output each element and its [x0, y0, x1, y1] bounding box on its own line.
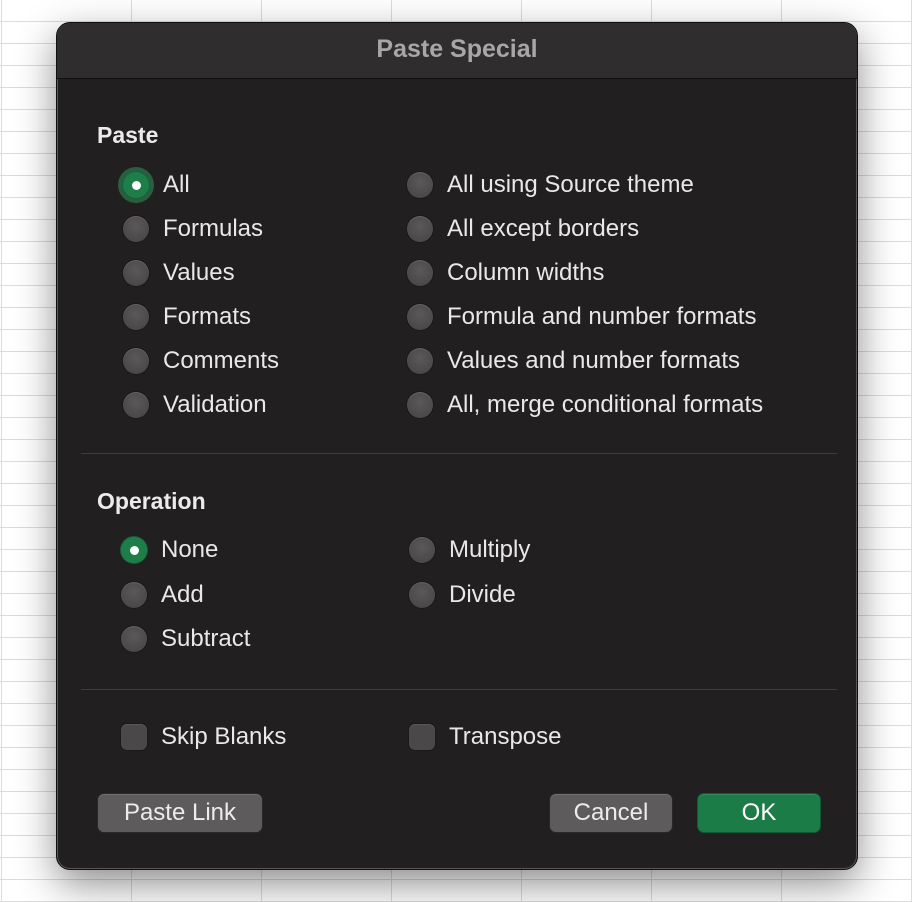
- operation-option-label: None: [161, 536, 219, 563]
- transpose-label: Transpose: [449, 723, 562, 750]
- paste-option-label: Comments: [163, 347, 280, 374]
- radio-selected-icon[interactable]: [121, 537, 147, 563]
- operation-option-label: Add: [161, 581, 204, 608]
- operation-option-none[interactable]: None: [121, 536, 218, 564]
- paste-option-label: Column widths: [447, 259, 605, 286]
- radio-icon[interactable]: [407, 348, 433, 374]
- checkbox-icon[interactable]: [121, 724, 147, 750]
- checkbox-icon[interactable]: [409, 724, 435, 750]
- radio-icon[interactable]: [123, 216, 149, 242]
- radio-icon[interactable]: [407, 392, 433, 418]
- paste-option-label: Formula and number formats: [447, 303, 757, 330]
- operation-option-label: Divide: [449, 581, 516, 608]
- radio-icon[interactable]: [409, 582, 435, 608]
- paste-option-label: Values and number formats: [447, 347, 741, 374]
- paste-option-label: Values: [163, 259, 235, 286]
- paste-option-label: All except borders: [447, 215, 640, 242]
- paste-option-all-except-borders[interactable]: All except borders: [407, 215, 639, 243]
- transpose-checkbox[interactable]: Transpose: [409, 723, 562, 751]
- radio-icon[interactable]: [123, 304, 149, 330]
- paste-option-label: All: [163, 171, 190, 198]
- radio-icon[interactable]: [407, 260, 433, 286]
- paste-option-label: All using Source theme: [447, 171, 694, 198]
- paste-section-label: Paste: [97, 122, 159, 148]
- paste-option-all-using-source-theme[interactable]: All using Source theme: [407, 171, 694, 199]
- radio-icon[interactable]: [409, 537, 435, 563]
- operation-section-label: Operation: [97, 488, 206, 514]
- radio-selected-icon[interactable]: [123, 172, 149, 198]
- radio-icon[interactable]: [407, 304, 433, 330]
- radio-icon[interactable]: [407, 172, 433, 198]
- paste-link-button[interactable]: Paste Link: [97, 793, 263, 833]
- operation-option-label: Multiply: [449, 536, 531, 563]
- paste-option-validation[interactable]: Validation: [123, 391, 267, 419]
- paste-option-values[interactable]: Values: [123, 259, 235, 287]
- operation-option-subtract[interactable]: Subtract: [121, 625, 250, 653]
- paste-option-formula-and-number-formats[interactable]: Formula and number formats: [407, 303, 756, 331]
- radio-icon[interactable]: [123, 348, 149, 374]
- dialog-titlebar[interactable]: Paste Special: [57, 23, 857, 79]
- cancel-button[interactable]: Cancel: [549, 793, 673, 833]
- radio-icon[interactable]: [407, 216, 433, 242]
- radio-icon[interactable]: [121, 626, 147, 652]
- paste-option-label: Validation: [163, 391, 267, 418]
- paste-option-all[interactable]: All: [123, 171, 190, 199]
- radio-icon[interactable]: [123, 260, 149, 286]
- paste-option-all-merge-conditional-formats[interactable]: All, merge conditional formats: [407, 391, 763, 419]
- paste-option-comments[interactable]: Comments: [123, 347, 279, 375]
- operation-option-multiply[interactable]: Multiply: [409, 536, 530, 564]
- operation-option-divide[interactable]: Divide: [409, 581, 516, 609]
- paste-option-column-widths[interactable]: Column widths: [407, 259, 604, 287]
- paste-option-label: Formats: [163, 303, 252, 330]
- radio-icon[interactable]: [121, 582, 147, 608]
- skip-blanks-checkbox[interactable]: Skip Blanks: [121, 723, 286, 751]
- operation-option-label: Subtract: [161, 625, 251, 652]
- paste-option-formats[interactable]: Formats: [123, 303, 251, 331]
- skip-blanks-label: Skip Blanks: [161, 723, 287, 750]
- paste-option-formulas[interactable]: Formulas: [123, 215, 263, 243]
- radio-icon[interactable]: [123, 392, 149, 418]
- paste-special-dialog: Paste Special Paste All Formulas Values …: [56, 22, 858, 870]
- section-divider: [81, 453, 837, 454]
- operation-option-add[interactable]: Add: [121, 581, 204, 609]
- paste-option-label: Formulas: [163, 215, 264, 242]
- paste-option-label: All, merge conditional formats: [447, 391, 764, 418]
- dialog-title: Paste Special: [376, 35, 538, 63]
- section-divider: [81, 689, 837, 690]
- paste-option-values-and-number-formats[interactable]: Values and number formats: [407, 347, 740, 375]
- ok-button[interactable]: OK: [697, 793, 821, 833]
